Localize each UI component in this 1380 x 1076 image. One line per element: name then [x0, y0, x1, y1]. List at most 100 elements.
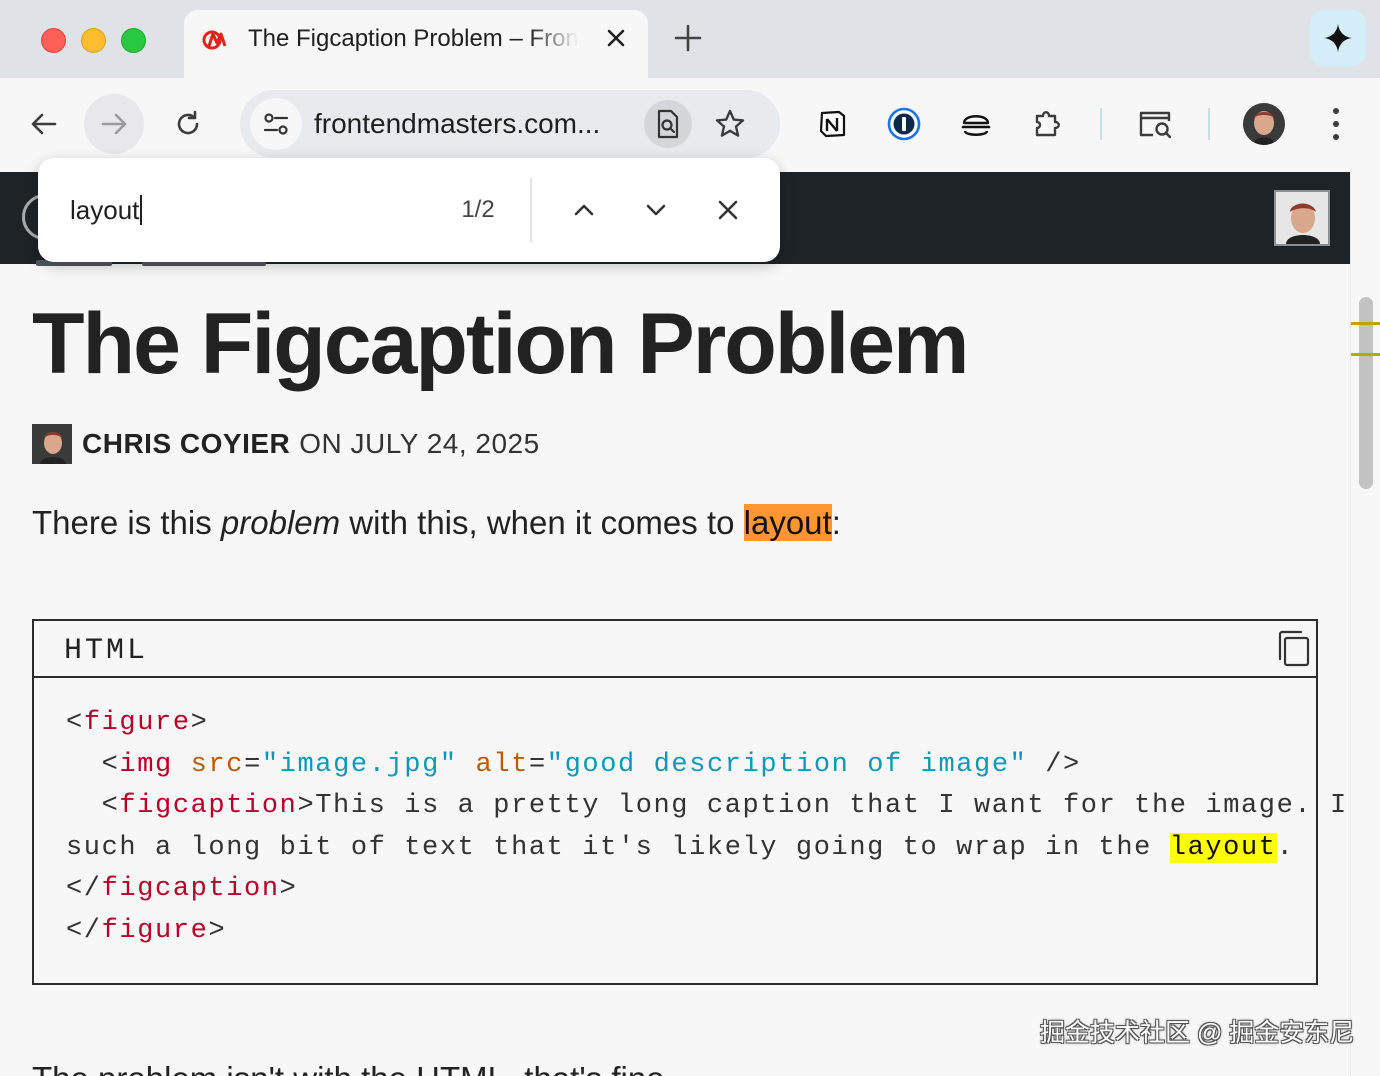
- find-match-current: layout: [743, 504, 832, 541]
- code-token: >This is a pretty long caption that I wa…: [297, 791, 1350, 822]
- code-token: =: [244, 749, 262, 780]
- gemini-button[interactable]: [1310, 10, 1366, 66]
- code-content: <figure> <img src="image.jpg" alt="good …: [66, 703, 1350, 953]
- code-token: figcaption: [101, 874, 280, 905]
- menu-dot: [1333, 121, 1339, 127]
- code-line: <figure>: [66, 703, 1286, 745]
- tab-search-icon: [1139, 111, 1172, 139]
- bookmark-button[interactable]: [708, 102, 752, 146]
- code-token: />: [1027, 749, 1081, 780]
- find-in-page-indicator[interactable]: [644, 100, 692, 148]
- tab-strip: The Figcaption Problem – Frontend Master…: [0, 0, 1380, 78]
- copy-code-button[interactable]: [1276, 629, 1312, 669]
- code-token: figure: [83, 708, 191, 738]
- code-token: .: [1276, 832, 1295, 863]
- menu-dot: [1333, 108, 1339, 114]
- code-token: "image.jpg": [261, 749, 458, 780]
- notion-extension-button[interactable]: [810, 102, 854, 146]
- extensions-button[interactable]: [1026, 102, 1070, 146]
- chevron-down-icon: [646, 204, 666, 216]
- new-tab-button[interactable]: [670, 20, 706, 56]
- article-paragraph: The problem isn't with the HTML, that's …: [32, 1058, 674, 1076]
- code-line: such a long bit of text that it's likely…: [66, 828, 1293, 870]
- intro-text: There is this: [32, 504, 221, 541]
- puzzle-icon: [1035, 111, 1060, 137]
- close-window-button[interactable]: [41, 28, 66, 53]
- browser-window: The Figcaption Problem – Frontend Master…: [0, 0, 1380, 1076]
- intro-text: :: [831, 504, 841, 541]
- tab-title: The Figcaption Problem – Frontend Master…: [248, 25, 578, 52]
- find-query: layout: [70, 195, 140, 225]
- code-token: src: [190, 749, 245, 780]
- back-button[interactable]: [14, 94, 74, 154]
- code-token: </: [66, 915, 102, 946]
- tab-search-button[interactable]: [1134, 102, 1178, 146]
- author-avatar: [32, 424, 72, 464]
- page-viewport: The Figcaption Problem CHRIS COYIER ON J…: [0, 172, 1350, 1076]
- find-bar-divider: [530, 178, 532, 242]
- site-info-button[interactable]: [250, 98, 302, 150]
- reload-icon: [177, 110, 199, 135]
- scrollbar-thumb[interactable]: [1359, 297, 1373, 489]
- find-next-button[interactable]: [632, 186, 680, 234]
- code-block: HTML <figure> <img src="image.jpg" alt="…: [32, 619, 1350, 985]
- code-token: <: [66, 708, 84, 738]
- code-token: alt: [475, 749, 529, 780]
- author-link[interactable]: CHRIS COYIER: [82, 428, 290, 460]
- code-token: "good description of image": [546, 749, 1028, 780]
- burger-icon: [961, 115, 991, 136]
- code-token: img: [119, 749, 173, 780]
- intro-text: with this, when it comes to: [340, 504, 744, 541]
- code-token: =: [528, 749, 547, 780]
- tab-close-icon[interactable]: [602, 24, 630, 52]
- menu-dot: [1333, 134, 1339, 140]
- intro-paragraph: There is this problem with this, when it…: [32, 502, 841, 544]
- find-input[interactable]: layout: [70, 192, 430, 228]
- code-token: figure: [101, 915, 209, 946]
- arrow-left-icon: [31, 113, 57, 135]
- star-icon: [715, 109, 745, 137]
- frontend-masters-favicon-icon: [202, 26, 232, 54]
- admin-avatar[interactable]: [1274, 190, 1330, 246]
- code-token: figcaption: [119, 791, 298, 822]
- find-match-marker: [1351, 322, 1380, 325]
- find-match-marker: [1351, 353, 1380, 356]
- reload-button[interactable]: [158, 94, 218, 154]
- code-token: >: [208, 915, 227, 946]
- url-text[interactable]: frontendmasters.com...: [314, 108, 634, 140]
- address-bar[interactable]: frontendmasters.com...: [240, 90, 780, 158]
- code-token: >: [190, 708, 209, 738]
- code-line: <img src="image.jpg" alt="good descripti…: [66, 745, 1286, 787]
- 1password-extension-button[interactable]: [882, 102, 926, 146]
- arrow-right-icon: [101, 113, 127, 135]
- byline: CHRIS COYIER ON JULY 24, 2025: [32, 424, 540, 464]
- sparkle-icon: [1324, 24, 1352, 52]
- profile-avatar[interactable]: [1243, 103, 1285, 145]
- code-block-header: HTML: [34, 621, 1316, 678]
- minimize-window-button[interactable]: [81, 28, 106, 53]
- find-close-button[interactable]: [704, 186, 752, 234]
- code-token: <: [66, 791, 120, 822]
- 1password-icon: [887, 107, 921, 141]
- burger-extension-button[interactable]: [954, 102, 998, 146]
- code-line: <figcaption>This is a pretty long captio…: [66, 786, 1350, 828]
- toolbar-separator: [1100, 108, 1102, 140]
- tab-active[interactable]: The Figcaption Problem – Frontend Master…: [184, 10, 648, 78]
- find-match: layout: [1169, 832, 1277, 863]
- zoom-window-button[interactable]: [121, 28, 146, 53]
- more-menu-button[interactable]: [1316, 102, 1356, 146]
- chevron-up-icon: [574, 204, 594, 216]
- code-line: </figure>: [66, 911, 1286, 953]
- copy-icon: [1278, 630, 1310, 667]
- close-icon: [718, 200, 738, 220]
- tune-icon: [263, 113, 289, 135]
- intro-emphasis: problem: [220, 504, 341, 541]
- find-previous-button[interactable]: [560, 186, 608, 234]
- text-caret: [140, 195, 143, 225]
- forward-button[interactable]: [84, 94, 144, 154]
- publish-date: ON JULY 24, 2025: [299, 428, 540, 459]
- find-in-page-bar: layout 1/2: [38, 158, 780, 262]
- code-language-label: HTML: [64, 634, 149, 668]
- code-token: >: [279, 874, 298, 905]
- page-scrollbar[interactable]: [1350, 172, 1380, 1076]
